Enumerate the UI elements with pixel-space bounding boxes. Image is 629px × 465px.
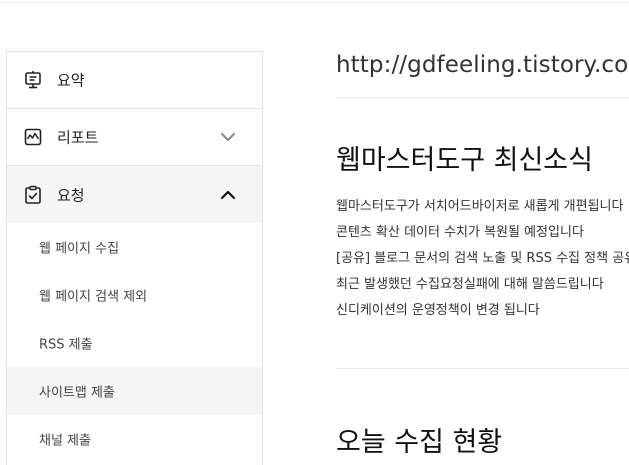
request-icon (25, 185, 41, 204)
news-item[interactable]: 콘텐츠 확산 데이터 수치가 복원될 예정입니다 (336, 224, 629, 250)
sidebar-item-label: 요약 (57, 71, 85, 90)
submenu-item-webpage-exclude[interactable]: 웹 페이지 검색 제외 (7, 271, 262, 319)
summary-icon (25, 71, 41, 89)
sidebar-item-request[interactable]: 요청 (7, 166, 262, 223)
chevron-up-icon[interactable] (220, 188, 236, 202)
submenu-item-rss-submit[interactable]: RSS 제출 (7, 319, 262, 367)
chevron-down-icon[interactable] (220, 130, 236, 144)
sidebar-item-label: 리포트 (57, 128, 99, 147)
submenu-item-channel-submit[interactable]: 채널 제출 (7, 415, 262, 463)
news-item[interactable]: 웹마스터도구가 서치어드바이저로 새롭게 개편됩니다 (336, 198, 629, 224)
submenu-item-sitemap-submit[interactable]: 사이트맵 제출 (7, 367, 262, 415)
divider (336, 368, 629, 369)
submenu-item-label: RSS 제출 (39, 337, 93, 353)
submenu-item-label: 웹 페이지 수집 (39, 241, 120, 257)
request-submenu: 웹 페이지 수집 웹 페이지 검색 제외 RSS 제출 사이트맵 제출 채널 제… (7, 223, 262, 463)
news-item[interactable]: 신디케이션의 운영정책이 변경 됩니다 (336, 302, 629, 328)
page: 요약 리포트 요청 웹 페이지 수집 웹 페이지 검색 제외 RSS 제출 사이… (0, 0, 629, 465)
sidebar: 요약 리포트 요청 웹 페이지 수집 웹 페이지 검색 제외 RSS 제출 사이… (6, 51, 263, 465)
submenu-item-label: 채널 제출 (39, 433, 91, 449)
site-url: http://gdfeeling.tistory.com (336, 52, 629, 78)
sidebar-item-summary[interactable]: 요약 (7, 52, 262, 109)
news-item[interactable]: [공유] 블로그 문서의 검색 노출 및 RSS 수집 정책 공유 (336, 250, 629, 276)
divider (336, 97, 629, 98)
news-list: 웹마스터도구가 서치어드바이저로 새롭게 개편됩니다 콘텐츠 확산 데이터 수치… (336, 198, 629, 328)
submenu-item-label: 사이트맵 제출 (39, 385, 115, 401)
news-section-title: 웹마스터도구 최신소식 (336, 145, 593, 176)
today-collection-title: 오늘 수집 현황 (336, 427, 503, 458)
submenu-item-label: 웹 페이지 검색 제외 (39, 289, 148, 305)
main-content: http://gdfeeling.tistory.com 웹마스터도구 최신소식… (336, 0, 629, 465)
report-icon (24, 128, 42, 146)
sidebar-item-label: 요청 (57, 186, 85, 204)
sidebar-item-report[interactable]: 리포트 (7, 109, 262, 166)
submenu-item-webpage-collect[interactable]: 웹 페이지 수집 (7, 223, 262, 271)
news-item[interactable]: 최근 발생했던 수집요청실패에 대해 말씀드립니다 (336, 276, 629, 302)
